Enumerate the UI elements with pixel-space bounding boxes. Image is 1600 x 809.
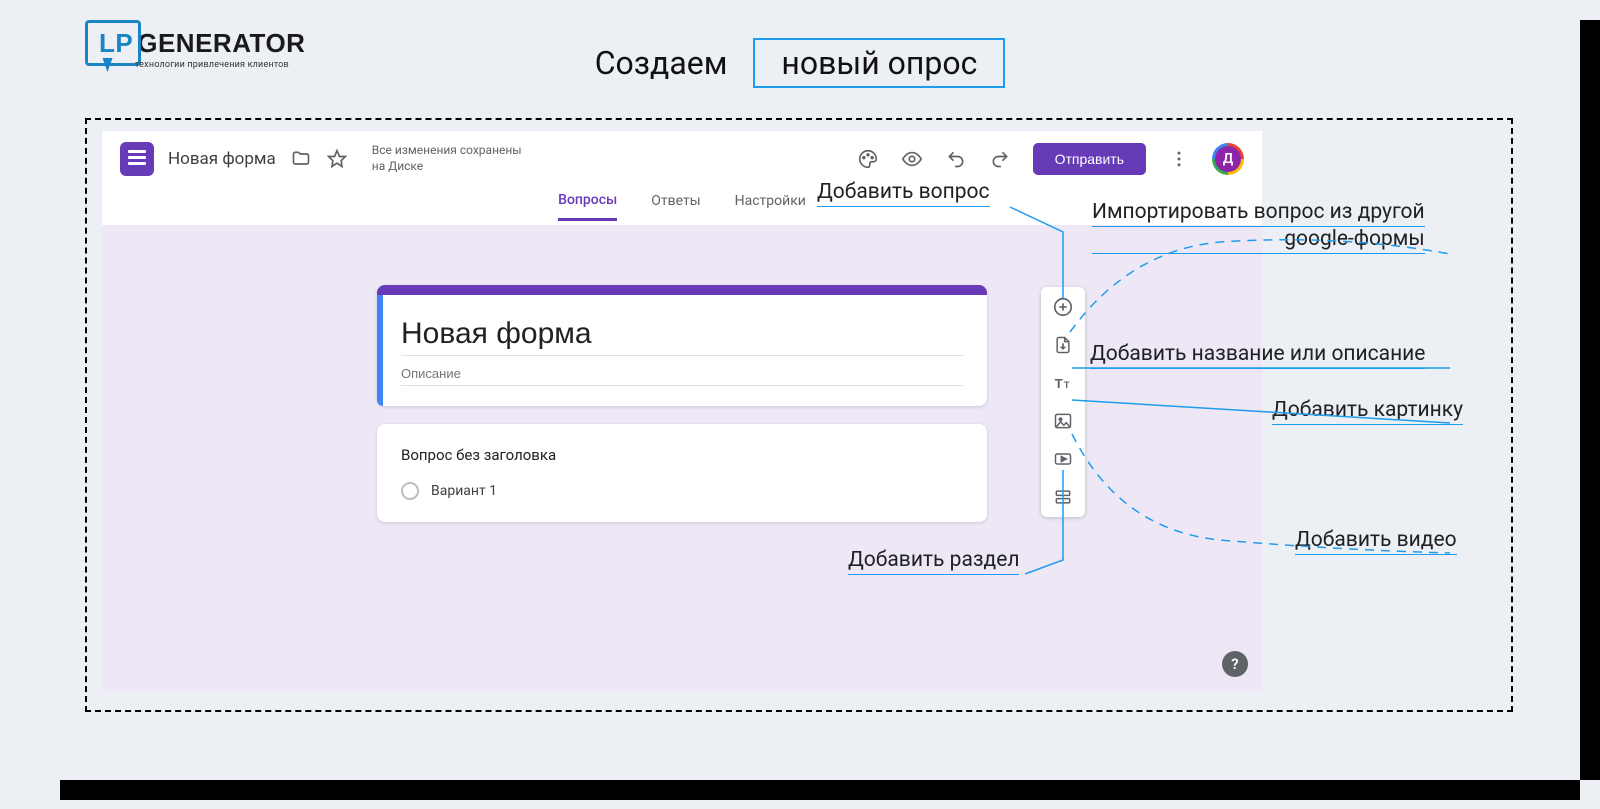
avatar-letter: Д: [1215, 146, 1241, 172]
add-title-button[interactable]: TT: [1051, 371, 1075, 395]
heading-prefix: Создаем: [595, 44, 728, 82]
google-forms-icon[interactable]: [120, 142, 154, 176]
radio-icon: [401, 482, 419, 500]
option-1-label: Вариант 1: [431, 483, 497, 499]
preview-icon[interactable]: [901, 148, 923, 170]
annotation-add-video: Добавить видео: [1295, 528, 1457, 555]
document-title[interactable]: Новая форма: [168, 149, 276, 169]
gf-header: Новая форма Все изменения сохранены на Д…: [102, 131, 1262, 187]
add-section-button[interactable]: [1051, 485, 1075, 509]
question-card[interactable]: Вопрос без заголовка Вариант 1: [377, 424, 987, 522]
gf-canvas: Вопрос без заголовка Вариант 1 T: [102, 225, 1262, 691]
redo-icon[interactable]: [989, 148, 1011, 170]
save-status: Все изменения сохранены на Диске: [372, 143, 522, 174]
heading-highlight: новый опрос: [753, 38, 1005, 88]
annotation-add-title: Добавить название или описание: [1090, 342, 1425, 369]
more-menu-icon[interactable]: [1168, 148, 1190, 170]
form-description-input[interactable]: [401, 366, 963, 386]
svg-text:T: T: [1055, 376, 1063, 391]
add-question-button[interactable]: [1051, 295, 1075, 319]
question-title[interactable]: Вопрос без заголовка: [401, 446, 963, 464]
send-button[interactable]: Отправить: [1033, 143, 1146, 175]
annotation-add-question: Добавить вопрос: [817, 180, 990, 207]
add-image-button[interactable]: [1051, 409, 1075, 433]
svg-text:T: T: [1064, 380, 1070, 390]
gf-tabs: Вопросы Ответы Настройки: [102, 187, 1262, 225]
star-icon[interactable]: [326, 148, 348, 170]
import-question-button[interactable]: [1051, 333, 1075, 357]
theme-icon[interactable]: [857, 148, 879, 170]
undo-icon[interactable]: [945, 148, 967, 170]
form-title-input[interactable]: [401, 317, 963, 356]
annotation-add-image: Добавить картинку: [1272, 398, 1463, 425]
help-button[interactable]: ?: [1222, 651, 1248, 677]
folder-icon[interactable]: [290, 148, 312, 170]
tab-answers[interactable]: Ответы: [651, 193, 700, 219]
tab-questions[interactable]: Вопросы: [558, 192, 617, 221]
add-video-button[interactable]: [1051, 447, 1075, 471]
annotation-add-section: Добавить раздел: [848, 548, 1019, 575]
account-avatar[interactable]: Д: [1212, 143, 1244, 175]
option-row-1[interactable]: Вариант 1: [401, 482, 963, 500]
annotation-import-question: Импортировать вопрос из другой google-фо…: [1092, 200, 1425, 254]
save-status-line2: на Диске: [372, 159, 522, 175]
google-forms-window: Новая форма Все изменения сохранены на Д…: [102, 131, 1262, 691]
page-heading: Создаем новый опрос: [40, 38, 1560, 88]
form-title-card[interactable]: [377, 285, 987, 406]
tab-settings[interactable]: Настройки: [735, 193, 806, 219]
save-status-line1: Все изменения сохранены: [372, 143, 522, 159]
side-toolbar: TT: [1041, 287, 1085, 517]
